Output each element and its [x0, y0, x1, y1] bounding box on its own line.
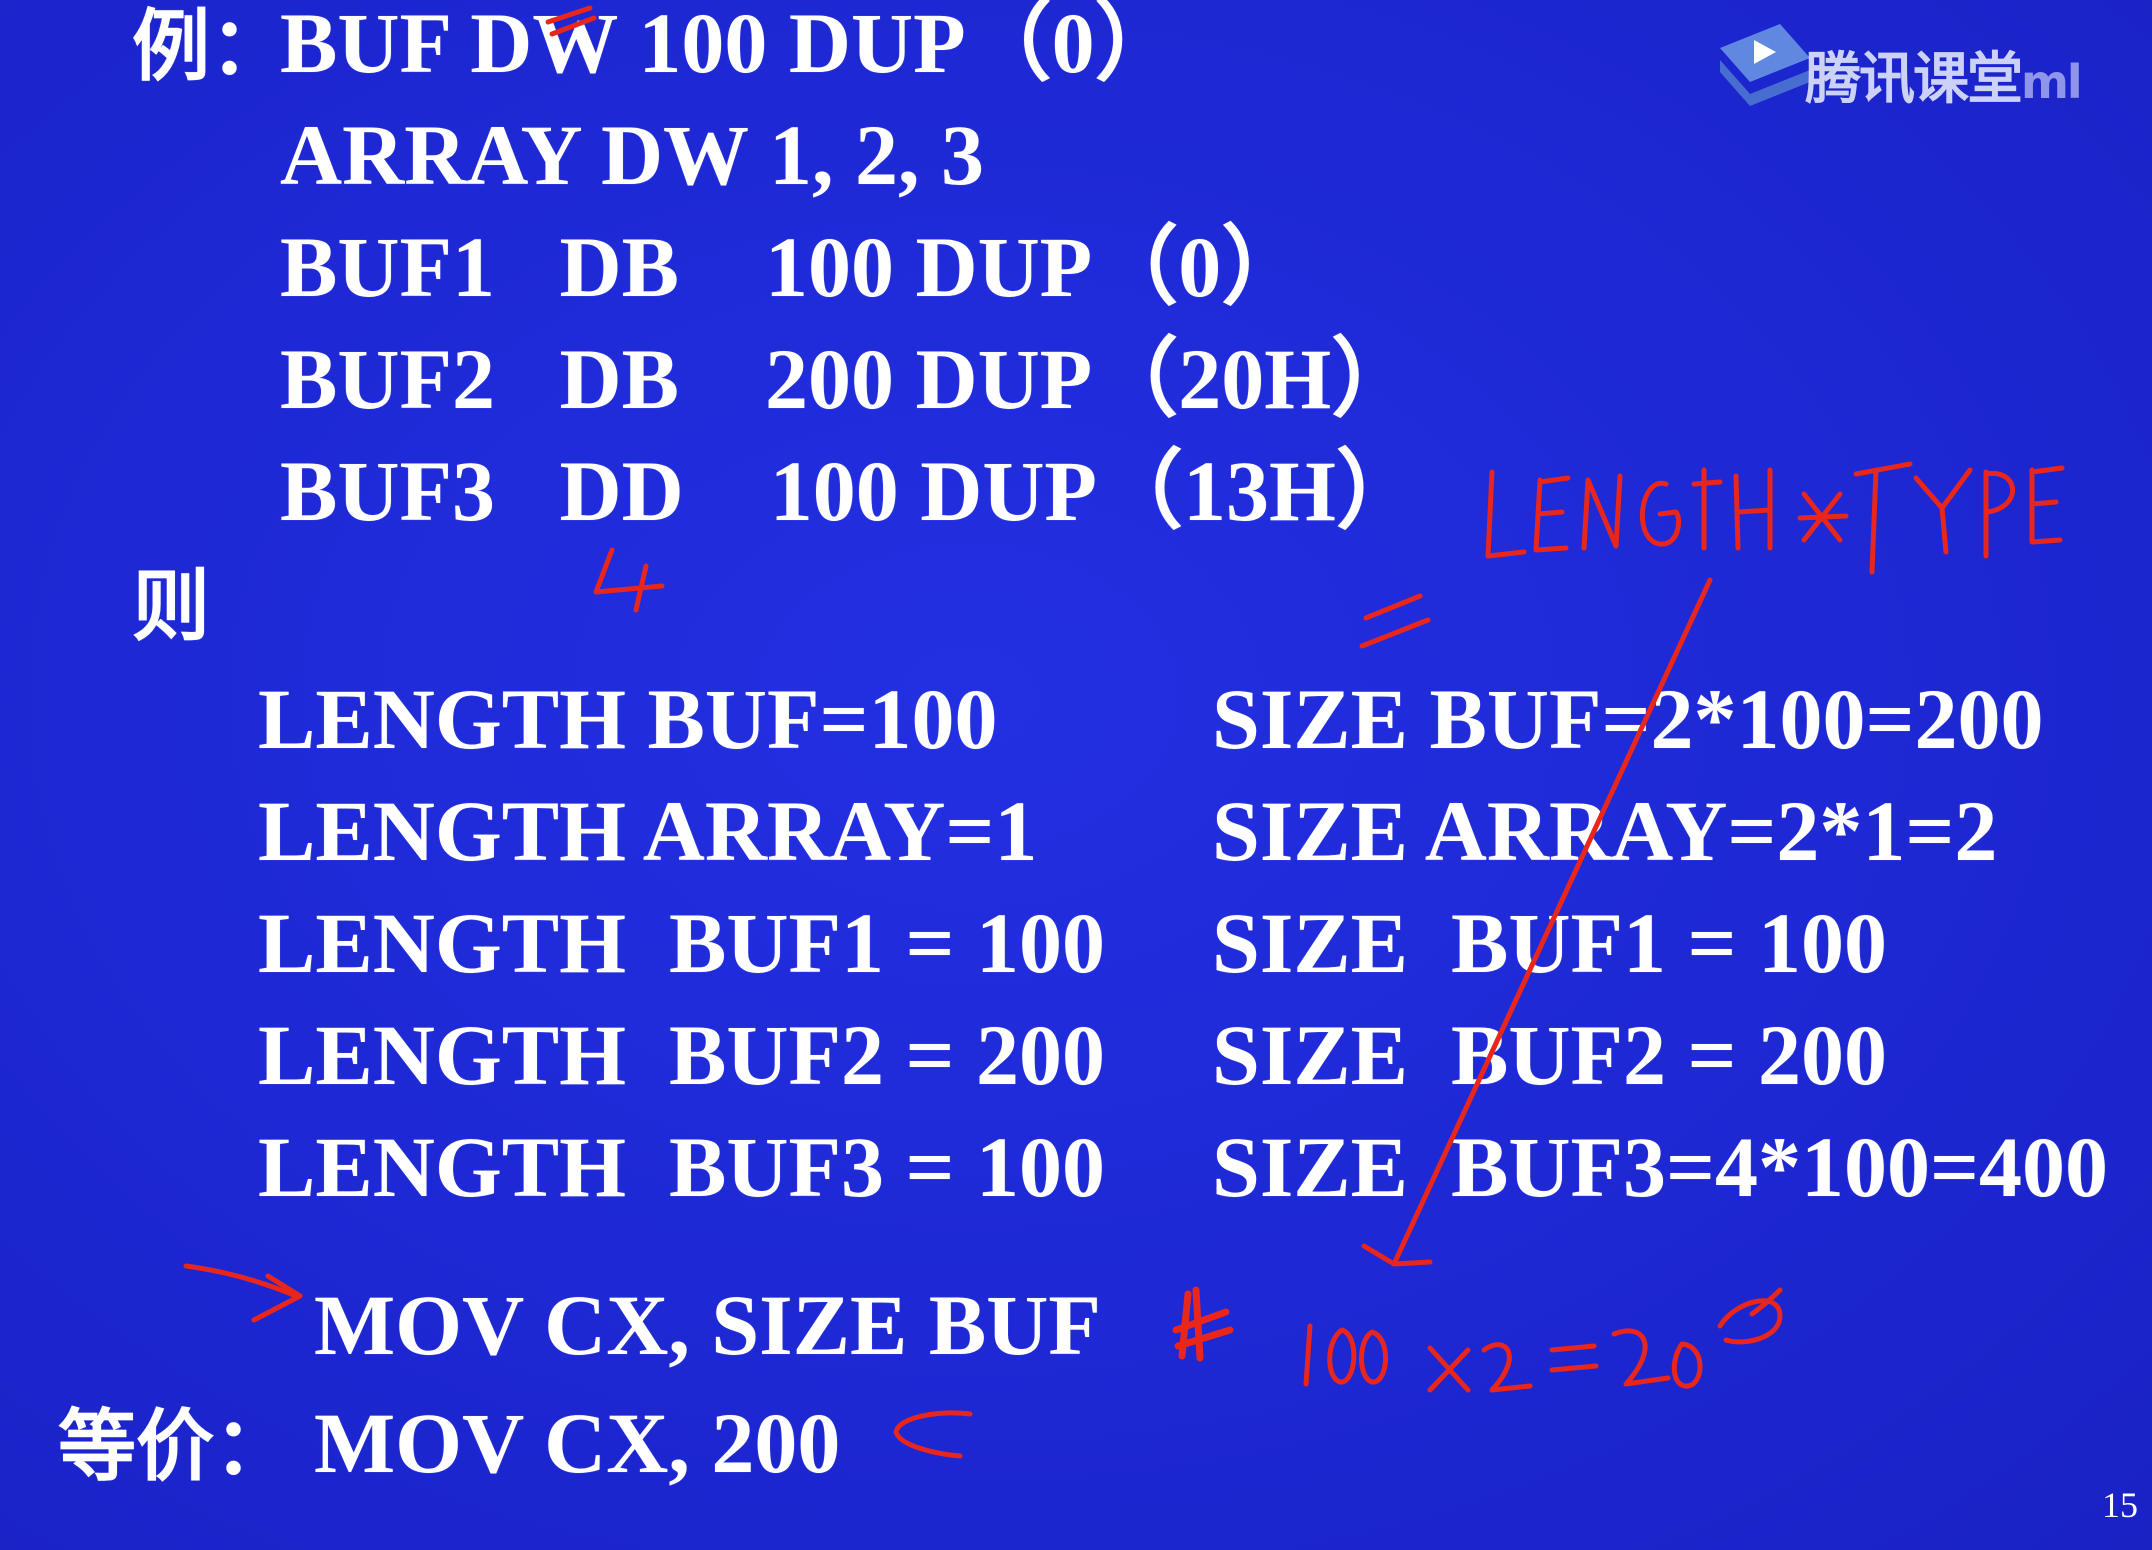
scribble-mark — [1172, 1286, 1234, 1362]
size-buf-line: SIZE BUF=2*100=200 — [1212, 671, 2044, 767]
size-buf3-line: SIZE BUF3=4*100=400 — [1212, 1119, 2109, 1215]
length-buf3-line: LENGTH BUF3 = 100 — [258, 1119, 1105, 1215]
watermark-tail: ml — [2021, 55, 2083, 109]
def-buf1-line: BUF1 DB 100 DUP（0） — [280, 219, 1308, 315]
def-buf2-line: BUF2 DB 200 DUP（20H） — [280, 331, 1418, 427]
mov-size-line: MOV CX, SIZE BUF — [314, 1277, 1101, 1373]
arrow-left-mark — [893, 1410, 973, 1459]
def-buf-line: BUF DW 100 DUP（0） — [280, 0, 1181, 91]
def-buf3-line: BUF3 DD 100 DUP（13H） — [280, 443, 1422, 539]
then-label: 则 — [132, 562, 211, 652]
example-label: 例： — [132, 2, 289, 92]
equiv-mov-line: MOV CX, 200 — [314, 1395, 841, 1491]
length-buf2-line: LENGTH BUF2 = 200 — [258, 1007, 1105, 1103]
tencent-classroom-watermark: 腾讯课堂ml — [1710, 18, 2152, 118]
equiv-label: 等价： — [58, 1402, 293, 1492]
note-calc — [1303, 1287, 1783, 1393]
note-length-type — [1485, 461, 2065, 575]
size-array-line: SIZE ARRAY=2*1=2 — [1212, 783, 1998, 879]
watermark-text: 腾讯课堂ml — [1805, 34, 2083, 115]
length-buf1-line: LENGTH BUF1 = 100 — [258, 895, 1105, 991]
length-buf-line: LENGTH BUF=100 — [258, 671, 998, 767]
play-icon — [1720, 24, 1810, 106]
lecture-slide: 腾讯课堂ml 例： BUF DW 100 DUP（0） ARRAY DW 1, … — [0, 0, 2152, 1550]
page-number: 15 — [2102, 1485, 2138, 1525]
equals-mark — [1359, 593, 1431, 649]
size-buf2-line: SIZE BUF2 = 200 — [1212, 1007, 1888, 1103]
arrow-to-mov — [183, 1263, 303, 1323]
def-array-line: ARRAY DW 1, 2, 3 — [280, 107, 984, 203]
size-buf1-line: SIZE BUF1 = 100 — [1212, 895, 1888, 991]
length-array-line: LENGTH ARRAY=1 — [258, 783, 1038, 879]
handwritten-four — [593, 547, 665, 613]
watermark-main: 腾讯课堂 — [1805, 47, 2023, 112]
